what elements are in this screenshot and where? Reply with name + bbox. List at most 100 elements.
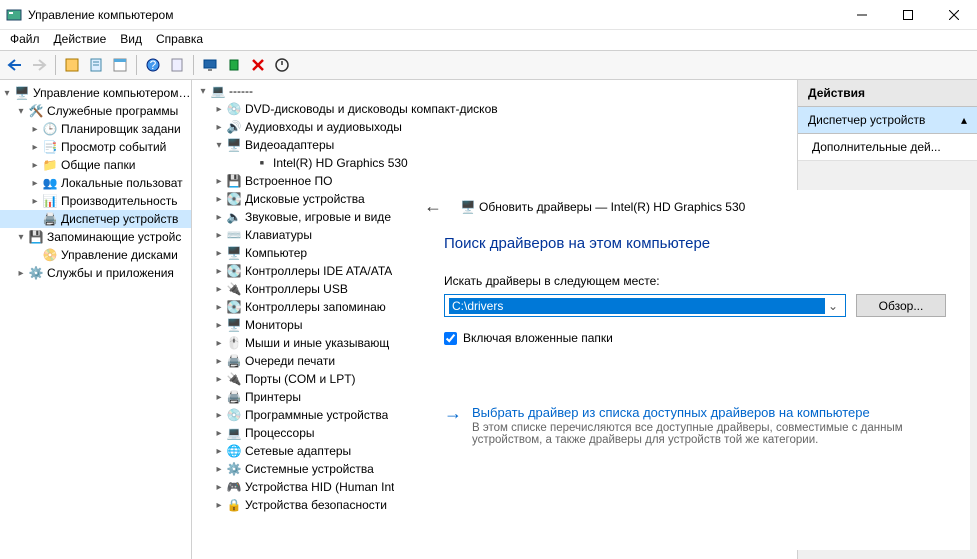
menu-action[interactable]: Действие (54, 32, 107, 48)
device-root[interactable]: ▾💻------ (196, 82, 797, 100)
expand-icon[interactable]: ▸ (212, 500, 226, 511)
export-icon[interactable] (109, 54, 131, 76)
category-icon: 🔌 (226, 281, 242, 297)
menu-help[interactable]: Справка (156, 32, 203, 48)
device-label: Дисковые устройства (245, 192, 365, 206)
minimize-button[interactable] (839, 0, 885, 30)
tree-eventviewer[interactable]: ▸📑Просмотр событий (0, 138, 191, 156)
menu-view[interactable]: Вид (120, 32, 142, 48)
expand-icon[interactable]: ▸ (212, 464, 226, 475)
device-label: Очереди печати (245, 354, 335, 368)
device-label: DVD-дисководы и дисководы компакт-дисков (245, 102, 498, 116)
device-label: Мыши и иные указывающ (245, 336, 389, 350)
refresh-icon[interactable] (166, 54, 188, 76)
category-icon: 💽 (226, 299, 242, 315)
include-subfolders-input[interactable] (444, 332, 457, 345)
expand-icon[interactable]: ▸ (212, 446, 226, 457)
tree-device-manager[interactable]: 🖨️Диспетчер устройств (0, 210, 191, 228)
menu-file[interactable]: Файл (10, 32, 40, 48)
device-node[interactable]: ▸🔊Аудиовходы и аудиовыходы (196, 118, 797, 136)
update-driver-icon[interactable] (223, 54, 245, 76)
device-node[interactable]: ▪️Intel(R) HD Graphics 530 (196, 154, 797, 172)
console-tree[interactable]: ▾🖥️Управление компьютером (л ▾🛠️Служебны… (0, 80, 192, 559)
expand-icon[interactable]: ▸ (212, 284, 226, 295)
actions-more[interactable]: Дополнительные дей... (798, 134, 977, 161)
path-combobox[interactable]: C:\drivers ⌄ (444, 294, 846, 317)
include-subfolders-checkbox[interactable]: Включая вложенные папки (444, 331, 946, 345)
pick-from-list-option[interactable]: → Выбрать драйвер из списка доступных др… (444, 405, 946, 446)
expand-icon[interactable]: ▸ (212, 266, 226, 277)
category-icon: 🔒 (226, 497, 242, 513)
wizard-back-button[interactable]: ← (424, 196, 442, 217)
expand-icon[interactable]: ▸ (212, 482, 226, 493)
expand-icon[interactable]: ▸ (212, 104, 226, 115)
close-button[interactable] (931, 0, 977, 30)
device-label: Программные устройства (245, 408, 388, 422)
expand-icon[interactable]: ▸ (212, 212, 226, 223)
device-label: Звуковые, игровые и виде (245, 210, 391, 224)
category-icon: 💾 (226, 173, 242, 189)
update-driver-wizard: ← 🖥️ Обновить драйверы — Intel(R) HD Gra… (410, 190, 970, 550)
device-label: Контроллеры запоминаю (245, 300, 386, 314)
tree-shared[interactable]: ▸📁Общие папки (0, 156, 191, 174)
expand-icon[interactable]: ▸ (212, 356, 226, 367)
expand-icon[interactable]: ▸ (212, 248, 226, 259)
category-icon: 🔊 (226, 119, 242, 135)
actions-header: Действия (798, 80, 977, 107)
clock-icon: 🕒 (42, 121, 58, 137)
browse-button[interactable]: Обзор... (856, 294, 946, 317)
device-label: Принтеры (245, 390, 301, 404)
expand-icon[interactable]: ▸ (212, 410, 226, 421)
expand-icon[interactable]: ▸ (212, 176, 226, 187)
device-label: Устройства HID (Human Int (245, 480, 394, 494)
device-label: Контроллеры IDE ATA/ATA (245, 264, 392, 278)
category-icon: 🔈 (226, 209, 242, 225)
collapse-icon[interactable]: ▾ (212, 140, 226, 151)
tree-users[interactable]: ▸👥Локальные пользоват (0, 174, 191, 192)
actions-primary-label: Диспетчер устройств (808, 113, 925, 127)
expand-icon[interactable]: ▸ (212, 374, 226, 385)
svg-text:?: ? (150, 58, 157, 72)
category-icon: ⚙️ (226, 461, 242, 477)
uninstall-icon[interactable] (271, 54, 293, 76)
wizard-heading: Поиск драйверов на этом компьютере (444, 235, 946, 252)
window-title: Управление компьютером (28, 8, 839, 22)
event-icon: 📑 (42, 139, 58, 155)
actions-primary-item[interactable]: Диспетчер устройств▴ (798, 107, 977, 134)
chevron-down-icon[interactable]: ⌄ (825, 299, 841, 313)
help-icon[interactable]: ? (142, 54, 164, 76)
show-hide-icon[interactable] (61, 54, 83, 76)
expand-icon[interactable]: ▸ (212, 338, 226, 349)
tree-system-tools[interactable]: ▾🛠️Служебные программы (0, 102, 191, 120)
pick-from-list-link[interactable]: Выбрать драйвер из списка доступных драй… (472, 405, 942, 420)
expand-icon[interactable]: ▸ (212, 428, 226, 439)
device-node[interactable]: ▸💿DVD-дисководы и дисководы компакт-диск… (196, 100, 797, 118)
category-icon: 💽 (226, 263, 242, 279)
expand-icon[interactable]: ▸ (212, 230, 226, 241)
device-icon: 🖥️ (460, 199, 476, 215)
expand-icon[interactable]: ▸ (212, 302, 226, 313)
tree-perf[interactable]: ▸📊Производительность (0, 192, 191, 210)
nav-forward-icon[interactable] (28, 54, 50, 76)
expand-icon[interactable]: ▸ (212, 392, 226, 403)
properties-icon[interactable] (85, 54, 107, 76)
tree-scheduler[interactable]: ▸🕒Планировщик задани (0, 120, 191, 138)
device-label: Порты (COM и LPT) (245, 372, 356, 386)
tree-diskmgmt[interactable]: 📀Управление дисками (0, 246, 191, 264)
tree-storage[interactable]: ▾💾Запоминающие устройс (0, 228, 191, 246)
expand-icon[interactable]: ▸ (212, 320, 226, 331)
device-node[interactable]: ▾🖥️Видеоадаптеры (196, 136, 797, 154)
expand-icon[interactable]: ▸ (212, 194, 226, 205)
device-label: Встроенное ПО (245, 174, 332, 188)
device-label: Процессоры (245, 426, 315, 440)
pc-icon: 💻 (210, 83, 226, 99)
maximize-button[interactable] (885, 0, 931, 30)
disable-icon[interactable] (247, 54, 269, 76)
tree-root[interactable]: ▾🖥️Управление компьютером (л (0, 84, 191, 102)
device-node[interactable]: ▸💾Встроенное ПО (196, 172, 797, 190)
monitor-icon[interactable] (199, 54, 221, 76)
expand-icon[interactable]: ▸ (212, 122, 226, 133)
nav-back-icon[interactable] (4, 54, 26, 76)
tree-services[interactable]: ▸⚙️Службы и приложения (0, 264, 191, 282)
app-icon (6, 7, 22, 23)
